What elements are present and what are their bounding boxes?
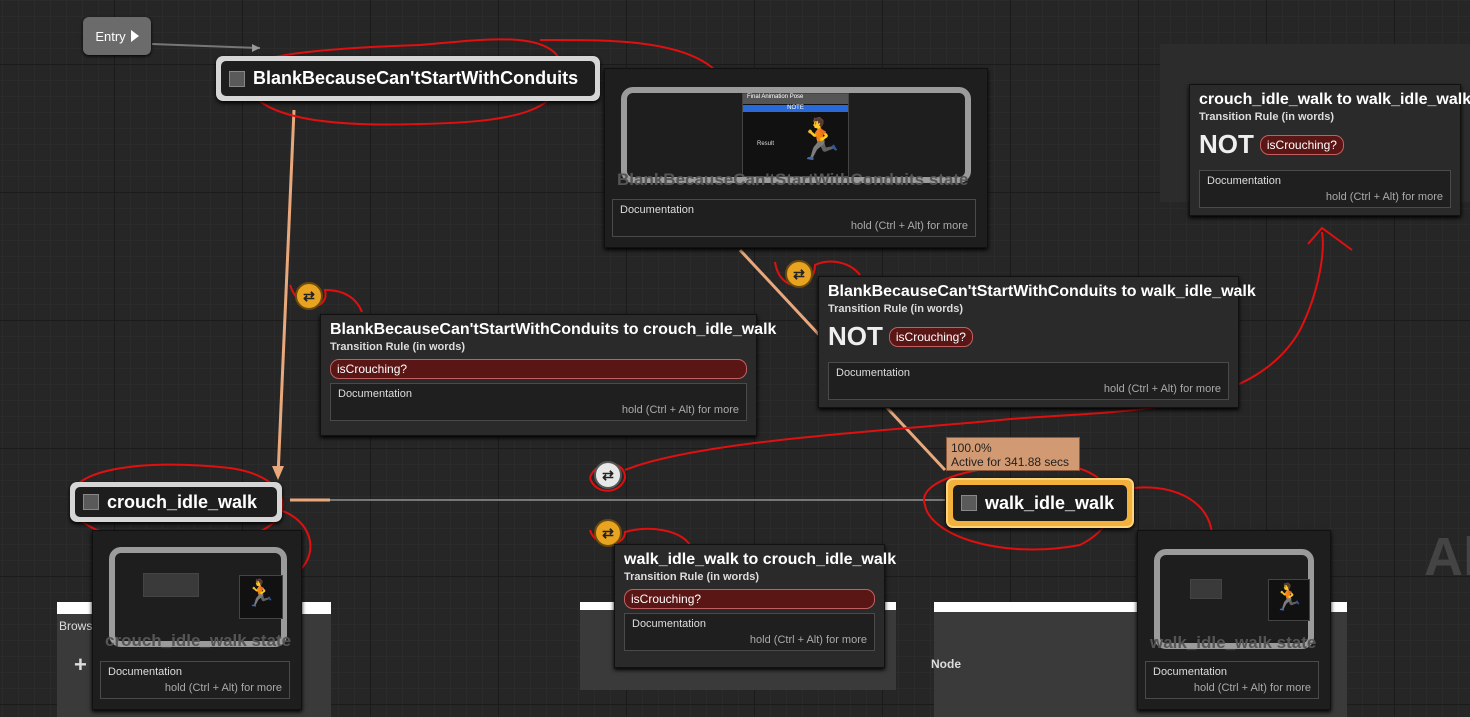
transition-title: walk_idle_walk to crouch_idle_walk [624,551,897,568]
documentation-hint: hold (Ctrl + Alt) for more [1325,191,1443,203]
documentation-hint: hold (Ctrl + Alt) for more [850,220,968,232]
node-label: Node [931,657,961,671]
state-icon [229,70,245,87]
documentation-label: Documentation [620,204,694,216]
transition-icon[interactable]: ⇄ [295,282,323,310]
documentation-box[interactable]: Documentation hold (Ctrl + Alt) for more [100,661,290,699]
documentation-box[interactable]: Documentation hold (Ctrl + Alt) for more [624,613,875,651]
documentation-hint: hold (Ctrl + Alt) for more [164,682,282,694]
output-pose-thumbnail: 🏃 [239,575,283,619]
running-figure-icon: 🏃 [244,578,277,608]
blend-node-thumbnail [1190,579,1222,599]
state-preview-ghost: crouch_idle_walk state [105,631,292,650]
transition-icon[interactable]: ⇄ [785,260,813,288]
state-preview-blank: Final Animation Pose NOTE Result 🏃 Blank… [604,68,988,248]
browse-tab-label[interactable]: Brows [59,619,92,633]
state-node-crouch[interactable]: crouch_idle_walk [70,482,282,522]
state-label: BlankBecauseCan'tStartWithConduits [253,68,579,88]
not-operator: NOT [1199,129,1254,159]
transition-rule: isCrouching? [624,589,875,609]
not-operator: NOT [828,321,883,351]
final-pose-thumbnail: Final Animation Pose NOTE Result 🏃 [742,93,849,177]
documentation-hint: hold (Ctrl + Alt) for more [621,404,739,416]
transition-icon[interactable]: ⇄ [594,461,622,489]
documentation-label: Documentation [836,367,910,379]
transition-title: BlankBecauseCan'tStartWithConduits to cr… [330,321,777,338]
state-preview-ghost: BlankBecauseCan'tStartWithConduits state [617,170,969,189]
state-preview-walk: 🏃 walk_idle_walk state Documentation hol… [1137,530,1331,710]
active-percent: 100.0% [951,441,992,455]
active-time: Active for 341.88 secs [951,455,1070,469]
transition-subtitle: Transition Rule (in words) [828,303,964,315]
transition-rule: isCrouching? [888,326,973,347]
documentation-hint: hold (Ctrl + Alt) for more [1193,682,1311,694]
documentation-box[interactable]: Documentation hold (Ctrl + Alt) for more [1145,661,1319,699]
entry-arrow-icon [130,30,139,42]
entry-node[interactable]: Entry [83,17,151,55]
state-icon [961,495,977,511]
documentation-box[interactable]: Documentation hold (Ctrl + Alt) for more [612,199,976,237]
documentation-label: Documentation [1153,666,1227,678]
documentation-label: Documentation [108,666,182,678]
transition-tooltip-blank-to-crouch: BlankBecauseCan'tStartWithConduits to cr… [320,314,777,436]
entry-label: Entry [95,28,126,44]
transition-icon[interactable]: ⇄ [594,519,622,547]
documentation-hint: hold (Ctrl + Alt) for more [1103,383,1221,395]
documentation-label: Documentation [1207,175,1281,187]
transition-rule: isCrouching? [330,359,747,379]
transition-subtitle: Transition Rule (in words) [624,571,760,583]
active-status-badge: 100.0% Active for 341.88 secs [946,437,1080,471]
final-pose-title: Final Animation Pose [743,94,848,104]
transition-tooltip-crouch-to-walk: crouch_idle_walk to walk_idle_walk Trans… [1189,84,1470,216]
documentation-hint: hold (Ctrl + Alt) for more [749,634,867,646]
final-pose-note: NOTE [743,105,848,112]
documentation-box[interactable]: Documentation hold (Ctrl + Alt) for more [330,383,747,421]
transition-rule-row: NOT isCrouching? [819,319,1238,358]
state-node-walk[interactable]: walk_idle_walk [946,478,1134,528]
state-node-blank[interactable]: BlankBecauseCan'tStartWithConduits [216,56,600,101]
add-icon[interactable]: + [74,652,87,678]
running-figure-icon: 🏃 [795,118,845,162]
state-preview-crouch: 🏃 crouch_idle_walk state Documentation h… [92,530,302,710]
final-pose-result: Result [757,141,775,147]
transition-tooltip-walk-to-crouch: walk_idle_walk to crouch_idle_walk Trans… [614,544,897,668]
transition-title: crouch_idle_walk to walk_idle_walk [1199,91,1470,108]
state-icon [83,494,99,510]
running-figure-icon: 🏃 [1272,582,1305,612]
editor-watermark: Al [1424,527,1470,586]
blend-node-thumbnail [143,573,199,597]
transition-title: BlankBecauseCan'tStartWithConduits to wa… [828,283,1256,300]
transition-subtitle: Transition Rule (in words) [330,341,466,353]
state-preview-ghost: walk_idle_walk state [1150,633,1317,652]
documentation-label: Documentation [338,388,412,400]
documentation-label: Documentation [632,618,706,630]
output-pose-thumbnail: 🏃 [1268,579,1310,621]
state-label: walk_idle_walk [985,492,1115,513]
transition-rule: isCrouching? [1259,134,1344,155]
documentation-box[interactable]: Documentation hold (Ctrl + Alt) for more [1199,170,1451,208]
transition-subtitle: Transition Rule (in words) [1199,111,1335,123]
documentation-box[interactable]: Documentation hold (Ctrl + Alt) for more [828,362,1229,400]
transition-rule-row: NOT isCrouching? [1190,127,1460,166]
transition-tooltip-blank-to-walk: BlankBecauseCan'tStartWithConduits to wa… [818,276,1256,408]
state-label: crouch_idle_walk [107,491,258,512]
